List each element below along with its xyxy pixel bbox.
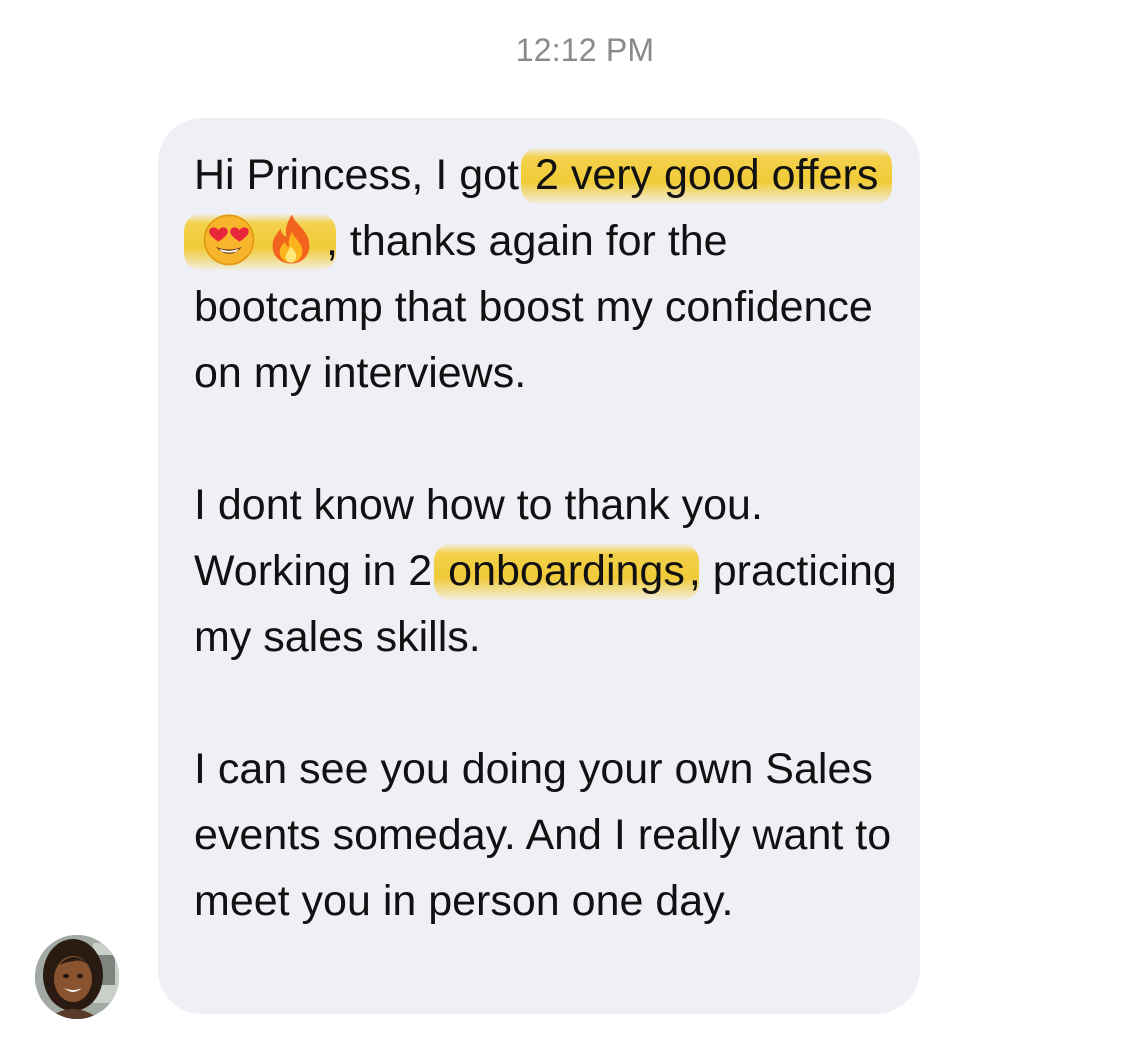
message-text-run: Hi Princess, I got: [194, 151, 531, 199]
heart-eyes-emoji-icon: [203, 214, 255, 266]
highlighted-text: onboardings: [434, 543, 699, 601]
message-text: Hi Princess, I got 2 very good offers , …: [184, 142, 914, 934]
message-paragraph-3: I can see you doing your own Sales event…: [194, 745, 892, 925]
message-timestamp: 12:12 PM: [515, 32, 655, 68]
highlighted-phrase: 2 very good offers: [534, 151, 879, 199]
profile-photo-icon: [35, 935, 119, 1019]
sender-avatar[interactable]: [35, 935, 119, 1019]
message-paragraph-2: I dont know how to thank you. Working in…: [194, 472, 914, 670]
fire-emoji-icon: [272, 214, 310, 264]
message-paragraph-1: Hi Princess, I got 2 very good offers , …: [184, 142, 914, 406]
